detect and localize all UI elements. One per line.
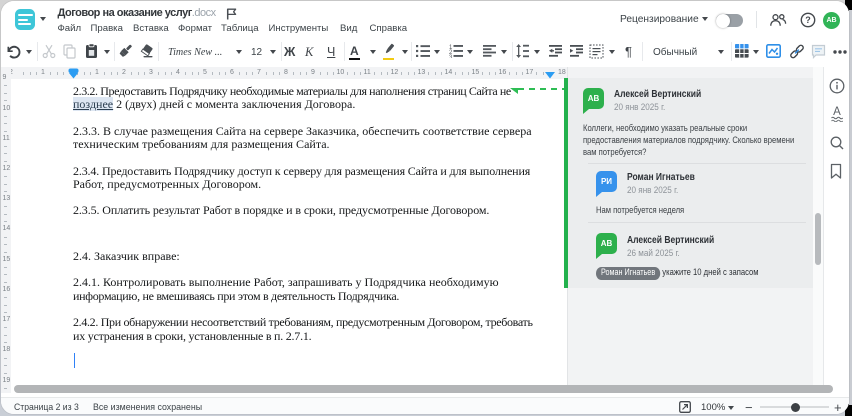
svg-text:3: 3 <box>449 55 453 58</box>
svg-text:?: ? <box>805 15 811 25</box>
svg-text:А: А <box>833 106 841 118</box>
